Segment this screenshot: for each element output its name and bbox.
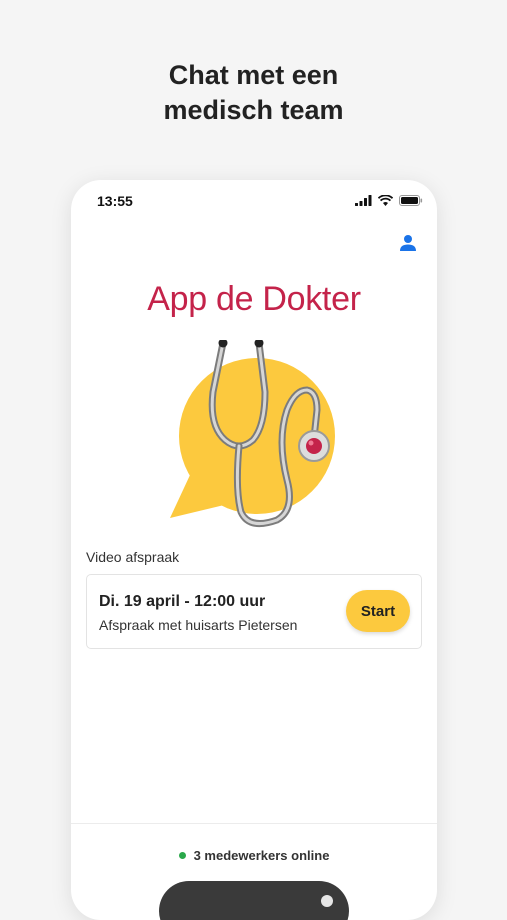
online-status-text: 3 medewerkers online bbox=[193, 848, 330, 863]
profile-icon[interactable] bbox=[399, 234, 417, 252]
chat-button[interactable] bbox=[159, 881, 349, 920]
headline-line-2: medisch team bbox=[163, 95, 344, 125]
section-label-video: Video afspraak bbox=[86, 549, 180, 565]
headline-line-1: Chat met een bbox=[168, 60, 339, 90]
wifi-icon bbox=[378, 195, 393, 206]
chat-icon bbox=[321, 895, 333, 907]
start-button[interactable]: Start bbox=[346, 590, 410, 632]
status-time: 13:55 bbox=[97, 193, 133, 209]
appointment-card: Di. 19 april - 12:00 uur Afspraak met hu… bbox=[86, 574, 422, 649]
status-bar: 13:55 bbox=[71, 180, 437, 220]
online-status: 3 medewerkers online bbox=[71, 848, 437, 863]
signal-icon bbox=[355, 195, 372, 206]
status-icons bbox=[355, 195, 423, 206]
online-indicator-icon bbox=[178, 852, 186, 859]
stethoscope-chat-illustration bbox=[170, 340, 335, 528]
appointment-description: Afspraak met huisarts Pietersen bbox=[99, 617, 298, 633]
battery-icon bbox=[399, 195, 423, 206]
phone-screen: 13:55 App de Dokter Video afspraak Di. 1… bbox=[71, 180, 437, 920]
footer-divider bbox=[71, 823, 437, 824]
appointment-date: Di. 19 april - 12:00 uur bbox=[99, 593, 266, 610]
promo-headline: Chat met een medisch team bbox=[0, 58, 507, 128]
app-title: App de Dokter bbox=[147, 280, 361, 318]
